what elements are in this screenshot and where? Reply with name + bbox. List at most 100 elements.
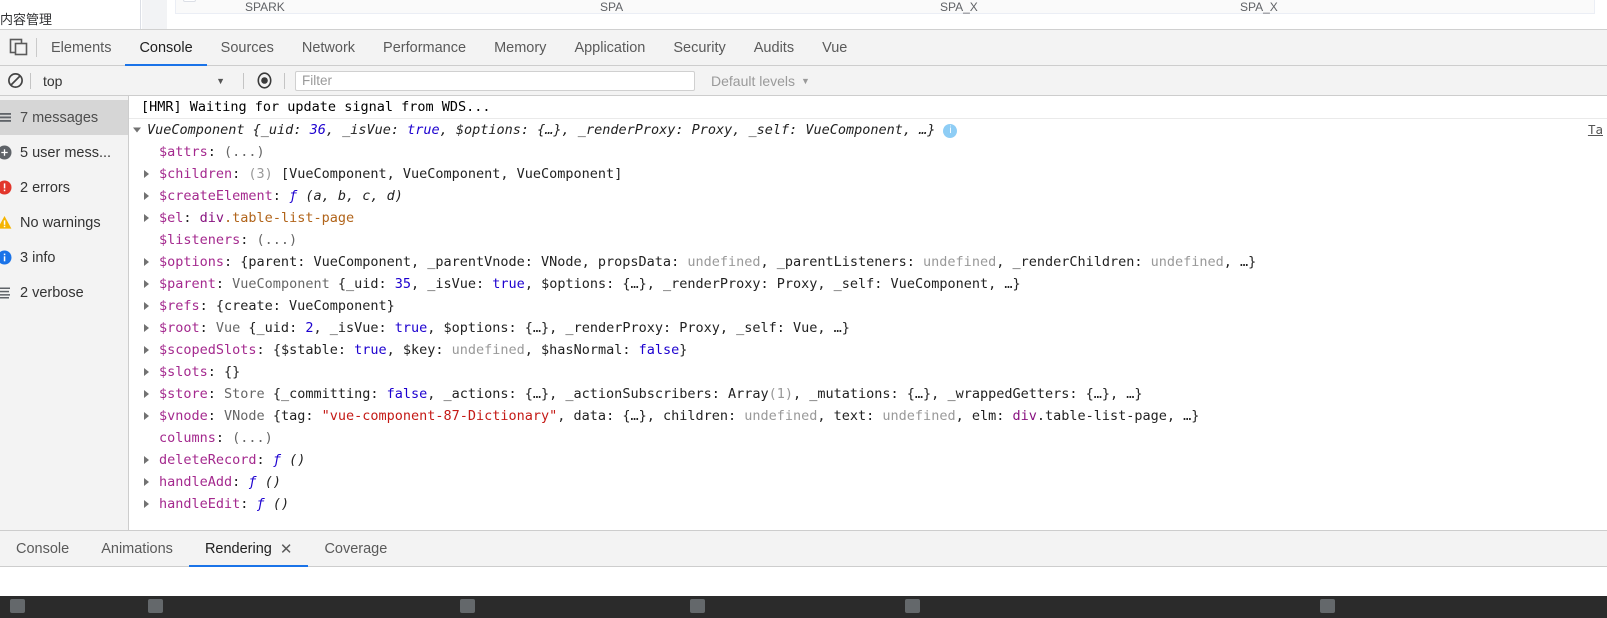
drawer-tab-animations[interactable]: Animations [85,531,189,566]
object-property-row[interactable]: columns: (...) [129,427,1607,449]
sidebar-item-label: 7 messages [20,109,99,126]
taskbar-icon-2[interactable] [148,599,163,613]
info-badge-icon[interactable]: i [943,124,958,138]
underlying-page-sliver: 内容管理 SPARK SPA SPA_X SPA_X [0,0,1607,30]
execution-context-value: top [43,72,63,89]
object-property-row[interactable]: $refs: {create: VueComponent} [129,295,1607,317]
console-filter-input[interactable] [295,70,695,91]
expand-triangle-icon[interactable] [144,258,149,266]
taskbar-icon-5[interactable] [905,599,920,613]
close-icon[interactable]: ✕ [280,540,293,558]
tab-elements[interactable]: Elements [37,30,125,65]
object-property-row[interactable]: handleAdd: ƒ () [129,471,1607,493]
sidebar-item-warning-triangle[interactable]: No warnings [0,205,128,240]
tab-memory[interactable]: Memory [480,30,560,65]
tab-network[interactable]: Network [288,30,369,65]
expand-triangle-icon[interactable] [144,412,149,420]
drawer-tab-rendering[interactable]: Rendering ✕ [188,531,309,567]
tab-vue[interactable]: Vue [808,30,861,65]
tab-audits[interactable]: Audits [740,30,808,65]
console-message-hmr: [HMR] Waiting for update signal from WDS… [129,96,1607,119]
object-property-row[interactable]: $scopedSlots: {$stable: true, $key: unde… [129,339,1607,361]
property-colon: : [207,363,225,380]
expand-triangle-icon[interactable] [133,127,141,133]
object-property-row[interactable]: $createElement: ƒ (a, b, c, d) [129,185,1607,207]
tab-security[interactable]: Security [659,30,739,65]
expand-triangle-icon[interactable] [144,324,149,332]
sidebar-item-user-message[interactable]: 5 user mess... [0,135,128,170]
object-constructor-name: VueComponent [147,122,245,138]
console-body: 7 messages 5 user mess... 2 errors No warni… [0,96,1607,530]
taskbar-icon-1[interactable] [10,599,25,613]
expand-triangle-icon[interactable] [144,280,149,288]
property-key: $el [159,209,184,226]
tab-label: Sources [220,39,274,56]
taskbar-icon-4[interactable] [690,599,705,613]
source-file-link[interactable]: Ta [1588,121,1603,139]
tab-sources[interactable]: Sources [207,30,288,65]
object-property-row[interactable]: $slots: {} [129,361,1607,383]
property-key: $options [159,253,225,270]
object-property-row[interactable]: $parent: VueComponent {_uid: 35, _isVue:… [129,273,1607,295]
property-value: ƒ () [272,451,306,468]
property-value: {parent: VueComponent, _parentVnode: VNo… [240,253,1257,270]
tab-console[interactable]: Console [125,30,207,66]
drawer-tab-console[interactable]: Console [0,531,85,566]
sidebar-item-info-circle[interactable]: 3 info [0,240,128,275]
property-value: (3) [VueComponent, VueComponent, VueComp… [248,165,623,182]
expand-triangle-icon[interactable] [144,456,149,464]
console-message-text: [HMR] Waiting for update signal from WDS… [141,99,491,115]
live-expression-eye-icon[interactable] [244,66,284,96]
property-colon: : [199,297,216,314]
expand-triangle-icon[interactable] [144,500,149,508]
tab-label: Performance [383,39,467,56]
drawer-tab-label: Rendering [204,540,272,557]
tab-application[interactable]: Application [560,30,659,65]
drawer-tabbar: Console Animations Rendering ✕ Coverage [0,530,1607,567]
property-colon: : [224,253,241,270]
drawer-tab-label: Animations [101,540,173,557]
taskbar-icon-3[interactable] [460,599,475,613]
property-key: $refs [159,297,200,314]
console-object-header[interactable]: VueComponent {_uid: 36, _isVue: true, $o… [129,119,1607,141]
object-property-row[interactable]: handleEdit: ƒ () [129,493,1607,515]
expand-triangle-icon[interactable] [144,478,149,486]
sidebar-item-messages-list[interactable]: 7 messages [0,100,128,135]
expand-triangle-icon[interactable] [144,368,149,376]
table-header-2: SPA_X [940,0,978,14]
expand-triangle-icon[interactable] [144,214,149,222]
tab-performance[interactable]: Performance [369,30,480,65]
drawer-tab-coverage[interactable]: Coverage [308,531,403,566]
tab-label: Security [673,39,726,56]
expand-triangle-icon[interactable] [144,192,149,200]
object-property-row[interactable]: $root: Vue {_uid: 2, _isVue: true, $opti… [129,317,1607,339]
object-property-row[interactable]: deleteRecord: ƒ () [129,449,1607,471]
sidebar-item-verbose[interactable]: 2 verbose [0,275,128,310]
taskbar-icon-6[interactable] [1320,599,1335,613]
sidebar-item-error-circle[interactable]: 2 errors [0,170,128,205]
object-property-row[interactable]: $attrs: (...) [129,141,1607,163]
object-property-row[interactable]: $listeners: (...) [129,229,1607,251]
property-colon: : [215,275,233,292]
log-levels-select[interactable]: Default levels ▼ [711,73,810,89]
expand-triangle-icon[interactable] [144,170,149,178]
sliver-gap [142,0,167,29]
expand-triangle-icon[interactable] [144,302,149,310]
sidebar-item-label: 2 errors [20,179,70,196]
expand-triangle-icon[interactable] [144,390,149,398]
object-property-row[interactable]: $store: Store {_committing: false, _acti… [129,383,1607,405]
object-property-row[interactable]: $vnode: VNode {tag: "vue-component-87-Di… [129,405,1607,427]
execution-context-select[interactable]: top ▼ [31,66,243,96]
object-property-row[interactable]: $el: div.table-list-page [129,207,1607,229]
log-levels-label: Default levels [711,72,796,89]
property-value: (...) [224,143,265,160]
expand-triangle-icon[interactable] [144,346,149,354]
object-property-row[interactable]: $children: (3) [VueComponent, VueCompone… [129,163,1607,185]
table-select-all-checkbox[interactable] [183,0,196,2]
console-message-list: [HMR] Waiting for update signal from WDS… [129,96,1607,530]
property-value: ƒ (a, b, c, d) [289,187,403,204]
clear-console-icon[interactable] [0,66,30,96]
property-key: handleAdd [159,473,233,490]
device-toolbar-toggle-icon[interactable] [0,30,36,65]
object-property-row[interactable]: $options: {parent: VueComponent, _parent… [129,251,1607,273]
